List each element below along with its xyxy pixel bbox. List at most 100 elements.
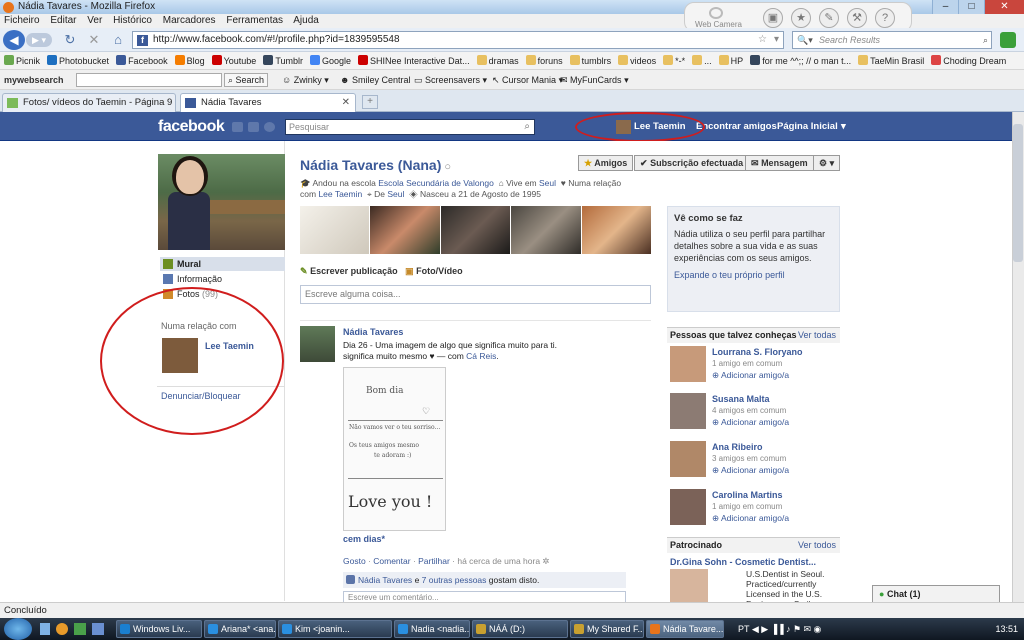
expand-profile-link[interactable]: Expande o teu próprio perfil <box>674 270 833 280</box>
like-link[interactable]: Gosto <box>343 556 366 566</box>
home-icon[interactable]: ⌂ <box>110 32 126 48</box>
mywebsearch-input[interactable] <box>76 73 222 87</box>
menu-bookmarks[interactable]: Marcadores <box>163 15 216 26</box>
taskbar-button[interactable]: Nádia Tavare... <box>646 620 724 638</box>
photo-thumb[interactable] <box>300 206 370 254</box>
photo-thumb[interactable] <box>581 206 652 254</box>
menu-edit[interactable]: Editar <box>50 15 76 26</box>
toolbar-item-cursor[interactable]: ↖ Cursor Mania ▾ <box>492 70 563 90</box>
post-author-name[interactable]: Nádia Tavares <box>343 327 403 337</box>
menu-help[interactable]: Ajuda <box>293 15 319 26</box>
bookmark-item[interactable]: for me ^^;; // o man t... <box>750 52 851 69</box>
bookmark-item[interactable]: dramas <box>476 52 519 69</box>
start-button[interactable] <box>4 618 32 640</box>
toolbar-item-myfuncards[interactable]: ✉ MyFunCards ▾ <box>560 70 629 90</box>
toolbar-item-smiley[interactable]: ☻ Smiley Central <box>340 70 411 90</box>
toolbar-item-zwinky[interactable]: ☺ Zwinky ▾ <box>282 70 329 90</box>
photo-thumb[interactable] <box>370 206 440 254</box>
search-bar[interactable]: 🔍▾ Search Results ⌕ <box>792 31 992 49</box>
url-bar[interactable]: f http://www.facebook.com/#!/profile.php… <box>132 31 784 49</box>
stop-icon[interactable]: ✕ <box>86 32 102 48</box>
dropdown-icon[interactable]: ▾ <box>774 32 779 48</box>
add-friend-link[interactable]: ⊕ Adicionar amigo/a <box>712 465 789 476</box>
mywebsearch-search-button[interactable]: ⌕ Search <box>224 73 269 87</box>
messages-icon[interactable] <box>248 122 259 132</box>
facebook-logo[interactable]: facebook <box>158 118 225 136</box>
bookmark-item[interactable]: Google <box>310 52 351 69</box>
friend-requests-icon[interactable] <box>232 122 243 132</box>
add-friend-link[interactable]: ⊕ Adicionar amigo/a <box>712 513 789 524</box>
scrollbar-thumb[interactable] <box>1013 124 1023 262</box>
taskbar-button[interactable]: Windows Liv... <box>116 620 202 638</box>
tab-nadia-tavares[interactable]: Nádia Tavares ✕ <box>180 93 356 112</box>
notifications-icon[interactable] <box>264 122 275 132</box>
menu-tools[interactable]: Ferramentas <box>226 15 283 26</box>
bookmark-item[interactable]: Facebook <box>116 52 168 69</box>
bookmark-item[interactable]: TaeMin Brasil <box>858 52 924 69</box>
subscription-button[interactable]: ✔ Subscrição efectuada <box>634 155 750 171</box>
search-engine-icon[interactable]: 🔍▾ <box>797 32 813 48</box>
bookmark-item[interactable]: Picnik <box>4 52 40 69</box>
search-icon[interactable]: ⌕ <box>524 120 530 134</box>
post-image[interactable]: Bom dia ♡ Não vamos ver o teu sorriso...… <box>343 367 446 531</box>
post-author-avatar[interactable] <box>300 326 335 362</box>
menu-file[interactable]: Ficheiro <box>4 15 40 26</box>
profile-picture[interactable] <box>158 154 285 250</box>
friends-button[interactable]: ★ Amigos <box>578 155 634 171</box>
rel-link[interactable]: Lee Taemin <box>318 189 362 199</box>
pymk-name[interactable]: Susana Malta <box>712 394 770 404</box>
pymk-name[interactable]: Lourrana S. Floryano <box>712 347 803 357</box>
close-tab-icon[interactable]: ✕ <box>342 94 350 112</box>
taskbar-button[interactable]: Ariana* <ana... <box>204 620 276 638</box>
forward-button[interactable]: ▶ ▾ <box>26 33 52 47</box>
pymk-mutual[interactable]: 1 amigo em comum <box>712 359 782 368</box>
minimize-button[interactable]: – <box>932 0 958 14</box>
bookmark-star-icon[interactable]: ☆ <box>758 32 767 48</box>
webcam-icon[interactable] <box>709 7 723 19</box>
photo-video-tab[interactable]: ▣ Foto/Vídeo <box>405 266 463 276</box>
pymk-mutual[interactable]: 3 amigos em comum <box>712 454 786 463</box>
privacy-icon[interactable]: ✲ <box>540 556 549 566</box>
ad-title[interactable]: Dr.Gina Sohn - Cosmetic Dentist... <box>670 557 816 567</box>
wrench-icon[interactable]: ⚒ <box>847 8 867 28</box>
find-friends-link[interactable]: Encontrar amigos <box>696 120 777 134</box>
bookmark-item[interactable]: SHINee Interactive Dat... <box>358 52 470 69</box>
bookmark-item[interactable]: HP <box>718 52 743 69</box>
quicklaunch-icon[interactable] <box>74 623 86 635</box>
bookmark-item[interactable]: *-* <box>663 52 685 69</box>
photo-thumb[interactable] <box>511 206 581 254</box>
pymk-avatar[interactable] <box>670 393 706 429</box>
left-nav-info[interactable]: Informação <box>160 272 285 286</box>
left-nav-mural[interactable]: Mural <box>160 257 285 271</box>
quicklaunch-icon[interactable] <box>56 623 68 635</box>
tagged-friend-link[interactable]: Cá Reis <box>466 351 496 361</box>
add-friend-link[interactable]: ⊕ Adicionar amigo/a <box>712 370 789 381</box>
bookmark-item[interactable]: Tumblr <box>263 52 303 69</box>
quicklaunch-icon[interactable] <box>40 623 50 635</box>
share-link[interactable]: Partilhar <box>418 556 450 566</box>
back-button[interactable]: ◀ <box>3 30 25 50</box>
account-dropdown-icon[interactable]: ▾ <box>841 120 846 134</box>
chat-bar[interactable]: ● Chat (1) <box>872 585 1000 603</box>
pymk-name[interactable]: Carolina Martins <box>712 490 783 500</box>
quicklaunch-icon[interactable] <box>92 623 104 635</box>
home-link[interactable]: Página Inicial <box>777 120 838 134</box>
add-friend-link[interactable]: ⊕ Adicionar amigo/a <box>712 417 789 428</box>
write-post-tab[interactable]: ✎ Escrever publicação <box>300 266 398 276</box>
star-icon[interactable]: ★ <box>791 8 811 28</box>
bookmark-item[interactable]: tumblrs <box>569 52 611 69</box>
taskbar-button[interactable]: Nadia <nadia... <box>394 620 470 638</box>
taskbar-button[interactable]: Kim <joanin... <box>278 620 392 638</box>
other-likers-link[interactable]: 7 outras pessoas <box>422 575 487 585</box>
bookmark-item[interactable]: ... <box>692 52 712 69</box>
message-button[interactable]: ✉ Mensagem <box>745 155 814 171</box>
comment-link[interactable]: Comentar <box>373 556 410 566</box>
bookmark-item[interactable]: videos <box>618 52 656 69</box>
pymk-avatar[interactable] <box>670 346 706 382</box>
bookmark-item[interactable]: Youtube <box>211 52 256 69</box>
image-icon[interactable]: ▣ <box>763 8 783 28</box>
liker-link[interactable]: Nádia Tavares <box>358 575 412 585</box>
menu-view[interactable]: Ver <box>87 15 102 26</box>
pymk-name[interactable]: Ana Ribeiro <box>712 442 763 452</box>
bookmark-item[interactable]: Choding Dream <box>931 52 1006 69</box>
